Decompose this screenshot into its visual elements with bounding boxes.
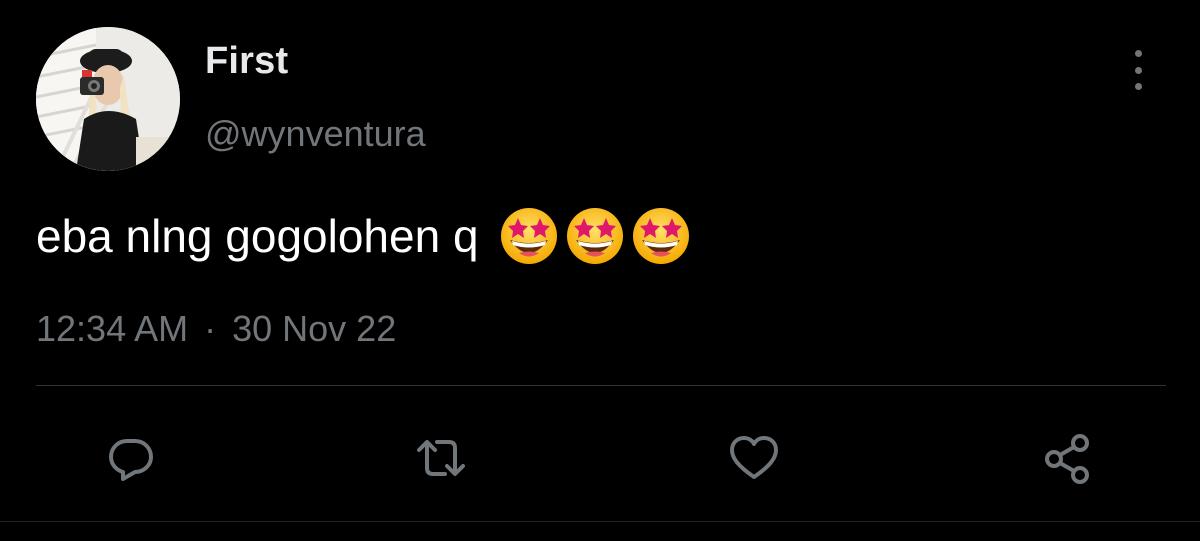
retweet-button[interactable]	[411, 428, 471, 488]
tweet-timestamp[interactable]: 12:34 AM · 30 Nov 22	[36, 308, 396, 350]
more-vertical-icon[interactable]	[1120, 50, 1156, 90]
tweet-date: 30 Nov 22	[232, 308, 397, 349]
share-icon	[1045, 434, 1089, 484]
like-button[interactable]	[724, 428, 784, 488]
user-handle[interactable]: @wynventura	[205, 113, 426, 155]
avatar-photo	[36, 27, 180, 171]
more-dot	[1134, 50, 1142, 57]
more-dot	[1134, 66, 1142, 74]
star-struck-emoji	[566, 208, 623, 264]
emoji-group	[499, 206, 691, 266]
star-struck-emoji	[500, 208, 557, 264]
meta-separator: ·	[204, 308, 217, 349]
tweet-body: eba nlng gogolohen q	[36, 206, 691, 266]
tweet-time: 12:34 AM	[36, 308, 189, 349]
star-struck-emoji	[632, 208, 689, 264]
retweet-icon	[417, 440, 465, 476]
more-dot	[1134, 83, 1142, 90]
divider	[36, 385, 1166, 386]
reply-icon	[109, 439, 153, 481]
display-name[interactable]: First	[205, 40, 288, 83]
reply-button[interactable]	[101, 428, 161, 488]
share-button[interactable]	[1038, 428, 1098, 488]
tweet-text: eba nlng gogolohen q	[36, 210, 479, 262]
heart-icon	[730, 436, 778, 479]
bottom-divider	[0, 521, 1200, 522]
tweet-card: First @wynventura eba nlng gogolohen q 1…	[0, 0, 1200, 541]
avatar[interactable]	[36, 27, 180, 171]
